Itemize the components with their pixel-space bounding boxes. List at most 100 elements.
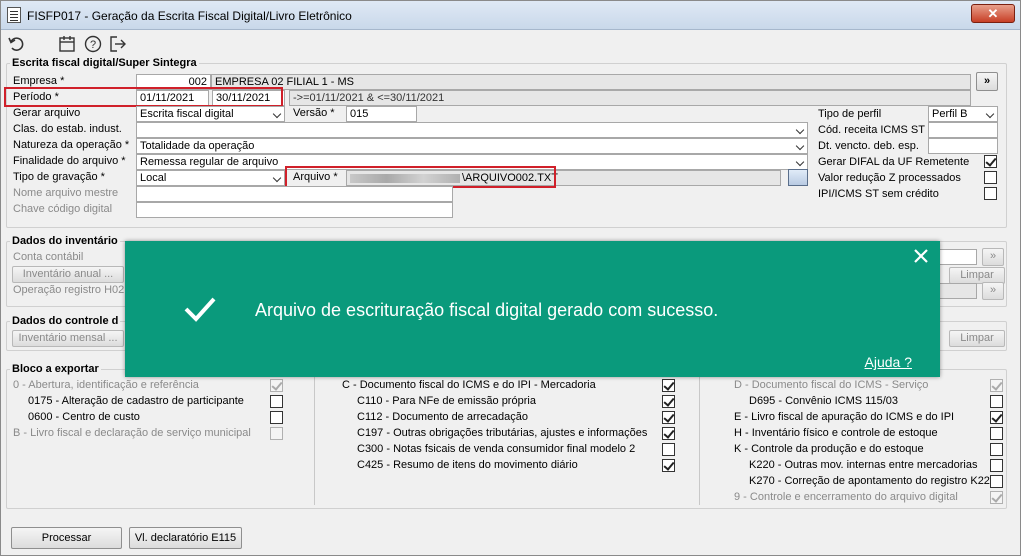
bloco-item-label: H - Inventário físico e controle de esto… — [734, 427, 938, 439]
tipo-gravacao-select[interactable]: Local — [136, 170, 285, 186]
conta-contabil-label: Conta contábil — [13, 251, 84, 263]
bloco-separator-2 — [699, 377, 700, 505]
bloco-item-label: 0600 - Centro de custo — [28, 411, 140, 423]
valor-reducao-checkbox[interactable] — [984, 171, 997, 184]
exit-icon[interactable] — [108, 34, 128, 54]
inventario-mensal-button[interactable]: Inventário mensal ... — [12, 330, 124, 347]
document-icon — [7, 7, 21, 23]
bloco-item-checkbox[interactable] — [990, 427, 1003, 440]
bloco-item-checkbox — [270, 379, 283, 392]
tipo-perfil-select[interactable]: Perfil B — [928, 106, 998, 122]
gerar-arquivo-select[interactable]: Escrita fiscal digital — [136, 106, 285, 122]
processar-button[interactable]: Processar — [11, 527, 122, 549]
bloco-item-checkbox[interactable] — [662, 379, 675, 392]
bloco-item-label: 0175 - Alteração de cadastro de particip… — [28, 395, 244, 407]
bloco-item-label: C - Documento fiscal do ICMS e do IPI - … — [342, 379, 596, 391]
bloco-item-checkbox[interactable] — [990, 475, 1003, 488]
clas-estab-select[interactable] — [136, 122, 808, 138]
gerar-arquivo-label: Gerar arquivo — [13, 107, 81, 119]
inventario-anual-button[interactable]: Inventário anual ... — [12, 266, 124, 283]
gerar-difal-checkbox[interactable] — [984, 155, 997, 168]
gerar-difal-label: Gerar DIFAL da UF Remetente — [818, 156, 970, 168]
bloco-item-checkbox — [990, 491, 1003, 504]
file-browse-icon[interactable] — [788, 169, 808, 186]
dt-vencto-field[interactable] — [928, 138, 998, 154]
close-icon[interactable] — [912, 247, 930, 265]
inventario-group-label: Dados do inventário — [10, 235, 120, 247]
bloco-item-label: C197 - Outras obrigações tributárias, aj… — [357, 427, 648, 439]
svg-text:?: ? — [90, 39, 96, 51]
dt-vencto-label: Dt. vencto. deb. esp. — [818, 140, 919, 152]
bloco-item-checkbox[interactable] — [990, 395, 1003, 408]
limpar-controle-button[interactable]: Limpar — [949, 330, 1005, 347]
bloco-item-checkbox[interactable] — [990, 411, 1003, 424]
bloco-item-checkbox[interactable] — [990, 443, 1003, 456]
bloco-item-checkbox[interactable] — [662, 427, 675, 440]
tipo-gravacao-label: Tipo de gravação * — [13, 171, 105, 183]
help-icon[interactable]: ? — [83, 34, 103, 54]
success-toast: Arquivo de escrituração fiscal digital g… — [125, 241, 940, 377]
chave-field[interactable] — [136, 202, 453, 218]
bloco-item-checkbox[interactable] — [270, 395, 283, 408]
bloco-item-label: C112 - Documento de arrecadação — [357, 411, 529, 423]
natureza-select[interactable]: Totalidade da operação — [136, 138, 808, 154]
operacao-expand-button[interactable]: » — [982, 282, 1004, 300]
finalidade-label: Finalidade do arquivo * — [13, 155, 126, 167]
bloco-item-label: K - Controle da produção e do estoque — [734, 443, 924, 455]
cod-receita-label: Cód. receita ICMS ST — [818, 124, 925, 136]
toolbar: ? — [1, 31, 1020, 57]
nome-mestre-field[interactable] — [136, 186, 453, 202]
help-link[interactable]: Ajuda ? — [865, 354, 912, 370]
close-button[interactable]: ✕ — [971, 4, 1015, 23]
ipi-icms-label: IPI/ICMS ST sem crédito — [818, 188, 939, 200]
bloco-item-label: B - Livro fiscal e declaração de serviço… — [13, 427, 251, 439]
escrita-group-label: Escrita fiscal digital/Super Sintegra — [10, 57, 199, 69]
bloco-group-label: Bloco a exportar — [10, 363, 101, 375]
toast-message: Arquivo de escrituração fiscal digital g… — [255, 300, 719, 320]
calendar-icon[interactable] — [57, 34, 77, 54]
operacao-field[interactable] — [939, 283, 977, 299]
bloco-item-label: D - Documento fiscal do ICMS - Serviço — [734, 379, 929, 391]
bloco-item-checkbox[interactable] — [270, 411, 283, 424]
bloco-item-label: 0 - Abertura, identificação e referência — [13, 379, 199, 391]
tipo-perfil-label: Tipo de perfil — [818, 108, 882, 120]
valor-reducao-label: Valor redução Z processados — [818, 172, 961, 184]
bloco-separator-1 — [314, 377, 315, 505]
bloco-item-label: C425 - Resumo de itens do movimento diár… — [357, 459, 578, 471]
arquivo-highlight — [285, 166, 556, 188]
periodo-highlight — [4, 87, 283, 107]
bloco-item-label: K220 - Outras mov. internas entre mercad… — [749, 459, 978, 471]
bloco-item-label: C300 - Notas fsicais de venda consumidor… — [357, 443, 636, 455]
window-title: FISFP017 - Geração da Escrita Fiscal Dig… — [27, 9, 352, 23]
bloco-item-checkbox — [270, 427, 283, 440]
bloco-item-checkbox[interactable] — [662, 395, 675, 408]
bloco-item-label: D695 - Convênio ICMS 115/03 — [749, 395, 898, 407]
operacao-h02-label: Operação registro H02 — [13, 284, 125, 296]
empresa-expand-button[interactable]: » — [976, 72, 998, 91]
versao-label: Versão * — [293, 107, 335, 119]
empresa-label: Empresa * — [13, 75, 65, 87]
bloco-item-label: 9 - Controle e encerramento do arquivo d… — [734, 491, 958, 503]
conta-contabil-field[interactable] — [939, 249, 977, 265]
bloco-item-checkbox[interactable] — [662, 443, 675, 456]
nome-mestre-label: Nome arquivo mestre — [13, 187, 119, 199]
title-bar: FISFP017 - Geração da Escrita Fiscal Dig… — [1, 1, 1020, 30]
chave-label: Chave código digital — [13, 203, 113, 215]
ipi-icms-checkbox[interactable] — [984, 187, 997, 200]
bloco-item-checkbox[interactable] — [990, 459, 1003, 472]
bloco-item-checkbox — [990, 379, 1003, 392]
bloco-item-checkbox[interactable] — [662, 411, 675, 424]
bloco-item-label: K270 - Correção de apontamento do regist… — [749, 475, 997, 487]
main-window: FISFP017 - Geração da Escrita Fiscal Dig… — [0, 0, 1021, 556]
bloco-item-label: E - Livro fiscal de apuração do ICMS e d… — [734, 411, 955, 423]
refresh-icon[interactable] — [6, 34, 26, 54]
versao-field[interactable]: 015 — [346, 106, 417, 122]
conta-expand-button[interactable]: » — [982, 248, 1004, 266]
bloco-item-checkbox[interactable] — [662, 459, 675, 472]
clas-estab-label: Clas. do estab. indust. — [13, 123, 122, 135]
bloco-item-label: C110 - Para NFe de emissão própria — [357, 395, 536, 407]
vl-declaratorio-button[interactable]: Vl. declaratório E115 — [129, 527, 242, 549]
controle-group-label: Dados do controle d — [10, 315, 121, 327]
cod-receita-field[interactable] — [928, 122, 998, 138]
periodo-desc-field: ->=01/11/2021 & <=30/11/2021 — [289, 90, 971, 106]
